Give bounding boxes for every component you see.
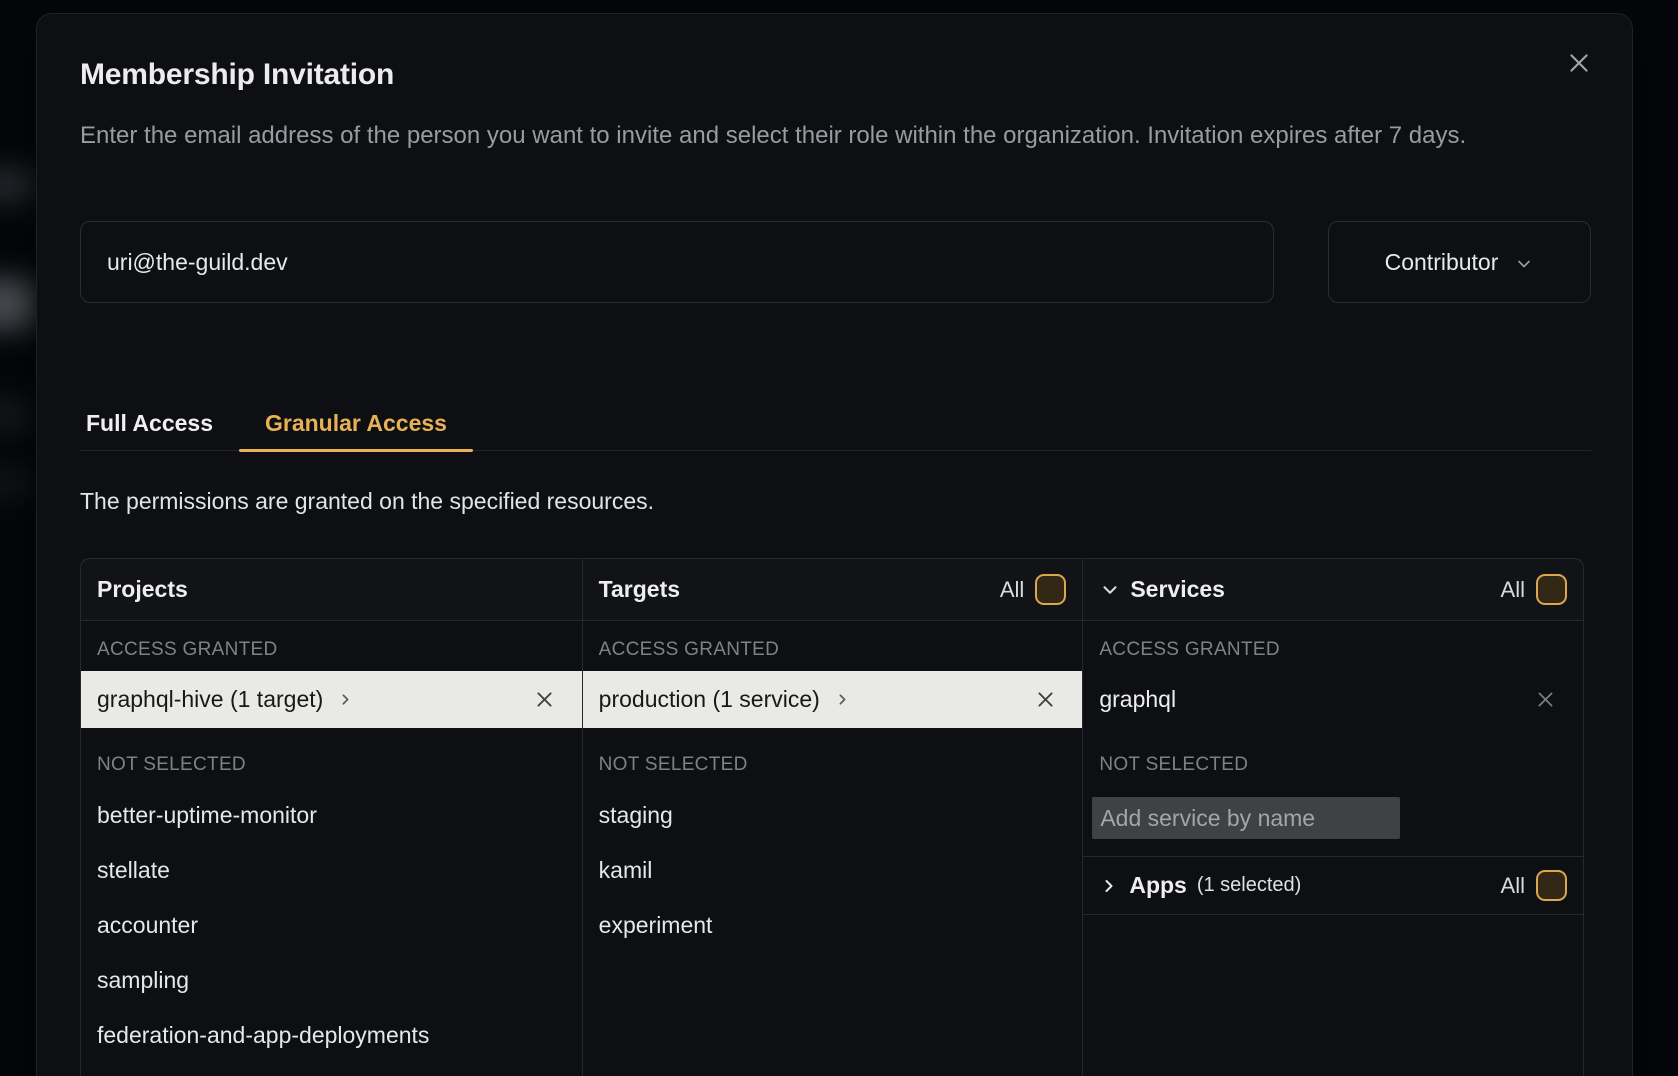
targets-all-checkbox[interactable]	[1035, 574, 1066, 605]
remove-project-button[interactable]	[530, 685, 560, 715]
x-icon	[534, 689, 555, 710]
services-all-wrap: All	[1501, 574, 1567, 605]
role-select-value: Contributor	[1385, 249, 1499, 276]
chevron-right-icon	[834, 691, 851, 708]
page-title: Membership Invitation	[80, 58, 394, 92]
service-selected-label: graphql	[1099, 686, 1176, 713]
targets-column: Targets All ACCESS GRANTED production (1…	[582, 559, 1083, 1076]
background-blur-blob	[0, 168, 38, 202]
role-select[interactable]: Contributor	[1328, 221, 1591, 303]
targets-title: Targets	[599, 576, 680, 603]
services-all-label: All	[1501, 577, 1525, 603]
not-selected-label: NOT SELECTED	[599, 754, 1067, 776]
services-header[interactable]: Services All	[1083, 559, 1583, 621]
x-icon	[1535, 689, 1556, 710]
not-selected-label: NOT SELECTED	[97, 754, 566, 776]
close-button[interactable]	[1562, 46, 1596, 80]
chevron-down-icon[interactable]	[1099, 579, 1121, 601]
membership-invitation-modal: Membership Invitation Enter the email ad…	[36, 13, 1633, 1076]
access-granted-label: ACCESS GRANTED	[599, 639, 1067, 661]
x-icon	[1035, 689, 1056, 710]
remove-service-button[interactable]	[1531, 685, 1561, 715]
target-item[interactable]: kamil	[583, 843, 1083, 898]
background-blur-blob	[0, 398, 34, 432]
access-tabs: Full Access Granular Access	[80, 397, 1591, 451]
modal-description: Enter the email address of the person yo…	[80, 114, 1486, 158]
apps-all-label: All	[1501, 873, 1525, 899]
project-selected-label: graphql-hive (1 target)	[97, 686, 323, 713]
service-selected-row[interactable]: graphql	[1083, 671, 1583, 728]
email-field[interactable]	[80, 221, 1274, 303]
close-icon	[1566, 50, 1592, 76]
chevron-down-icon	[1514, 254, 1534, 274]
projects-column: Projects ACCESS GRANTED graphql-hive (1 …	[81, 559, 582, 1076]
services-title: Services	[1130, 576, 1225, 603]
target-selected-label: production (1 service)	[599, 686, 820, 713]
tab-full-access[interactable]: Full Access	[80, 397, 239, 450]
page: Membership Invitation Enter the email ad…	[0, 0, 1678, 1076]
background-blur-blob	[0, 278, 38, 330]
project-item[interactable]: stellate	[81, 843, 582, 898]
not-selected-label: NOT SELECTED	[1099, 754, 1567, 776]
apps-all-checkbox[interactable]	[1536, 870, 1567, 901]
apps-title: Apps	[1129, 872, 1187, 899]
resources-table: Projects ACCESS GRANTED graphql-hive (1 …	[80, 558, 1584, 1076]
permissions-note: The permissions are granted on the speci…	[80, 488, 654, 515]
projects-header: Projects	[81, 559, 582, 621]
project-item[interactable]: federation-and-app-deployments	[81, 1008, 582, 1063]
project-item[interactable]: sampling	[81, 953, 582, 1008]
project-item[interactable]: accounter	[81, 898, 582, 953]
chevron-right-icon	[337, 691, 354, 708]
target-item[interactable]: experiment	[583, 898, 1083, 953]
target-selected-row[interactable]: production (1 service)	[583, 671, 1083, 728]
remove-target-button[interactable]	[1030, 685, 1060, 715]
tab-granular-access[interactable]: Granular Access	[239, 397, 473, 450]
targets-all-wrap: All	[1000, 574, 1066, 605]
apps-selected-count: (1 selected)	[1197, 874, 1302, 897]
targets-all-label: All	[1000, 577, 1024, 603]
targets-header: Targets All	[583, 559, 1083, 621]
access-granted-label: ACCESS GRANTED	[1099, 639, 1567, 661]
chevron-right-icon	[1099, 876, 1119, 896]
projects-title: Projects	[97, 576, 188, 603]
project-selected-row[interactable]: graphql-hive (1 target)	[81, 671, 582, 728]
apps-all-wrap: All	[1501, 870, 1567, 901]
access-granted-label: ACCESS GRANTED	[97, 639, 566, 661]
project-item[interactable]: better-uptime-monitor	[81, 788, 582, 843]
target-item[interactable]: staging	[583, 788, 1083, 843]
background-blur-blob	[0, 468, 34, 498]
services-all-checkbox[interactable]	[1536, 574, 1567, 605]
apps-group-row[interactable]: Apps (1 selected) All	[1083, 856, 1583, 915]
services-column: Services All ACCESS GRANTED graphql NOT …	[1082, 559, 1583, 1076]
add-service-input[interactable]	[1092, 797, 1400, 839]
